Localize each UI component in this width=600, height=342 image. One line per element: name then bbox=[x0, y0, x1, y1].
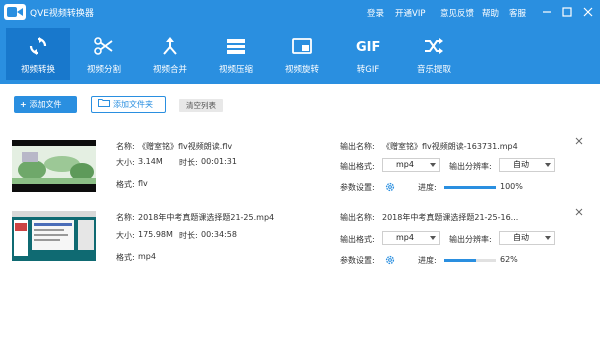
maximize-icon[interactable] bbox=[560, 5, 574, 19]
file-format-label: 格式: bbox=[116, 253, 135, 262]
file-duration-label: 时长: bbox=[179, 231, 198, 240]
output-format-select[interactable]: mp4 bbox=[382, 158, 440, 172]
main-toolbar: 视频转换 视频分割 视频合并 视频压缩 视频旋转 GIF 转GIF 音乐提取 bbox=[6, 28, 466, 80]
file-size: 3.14M bbox=[138, 157, 163, 166]
tab-label: 视频合并 bbox=[152, 65, 187, 75]
output-name-label: 输出名称: bbox=[340, 142, 375, 151]
chevron-down-icon bbox=[545, 163, 551, 167]
params-label: 参数设置: bbox=[340, 256, 375, 265]
compress-icon bbox=[226, 36, 246, 56]
tab-video-split[interactable]: 视频分割 bbox=[72, 28, 136, 80]
gear-icon[interactable] bbox=[385, 182, 395, 192]
add-file-button[interactable]: + 添加文件 bbox=[14, 96, 77, 113]
tab-video-compress[interactable]: 视频压缩 bbox=[204, 28, 268, 80]
tab-label: 视频转换 bbox=[20, 65, 55, 75]
output-name-label: 输出名称: bbox=[340, 213, 375, 222]
output-resolution-label: 输出分辨率: bbox=[449, 162, 492, 171]
progress-bar bbox=[444, 259, 496, 262]
service-link[interactable]: 客服 bbox=[509, 7, 526, 19]
gear-icon[interactable] bbox=[385, 255, 395, 265]
progress-label: 进度: bbox=[418, 183, 437, 192]
output-name: 2018年中考真题课选择题21-25-16... bbox=[382, 213, 519, 222]
clear-list-button[interactable]: 清空列表 bbox=[179, 99, 223, 112]
app-title: QVE视频转换器 bbox=[30, 9, 94, 19]
output-format-value: mp4 bbox=[396, 160, 414, 169]
params-label: 参数设置: bbox=[340, 183, 375, 192]
file-name-label: 名称: bbox=[116, 142, 135, 151]
output-format-label: 输出格式: bbox=[340, 235, 375, 244]
add-folder-label: 添加文件夹 bbox=[113, 100, 153, 109]
tab-video-merge[interactable]: 视频合并 bbox=[138, 28, 202, 80]
output-name: 《赠室铭》flv视频朗读-163731.mp4 bbox=[382, 142, 518, 151]
chevron-down-icon bbox=[430, 163, 436, 167]
add-file-label: 添加文件 bbox=[29, 100, 62, 109]
file-name-label: 名称: bbox=[116, 213, 135, 222]
output-resolution-value: 自动 bbox=[513, 160, 529, 169]
tab-video-rotate[interactable]: 视频旋转 bbox=[270, 28, 334, 80]
output-resolution-label: 输出分辨率: bbox=[449, 235, 492, 244]
file-format: flv bbox=[138, 179, 148, 188]
file-row: 名称: 2018年中考真题课选择题21-25.mp4 大小: 175.98M 时… bbox=[0, 203, 600, 287]
tab-label: 视频旋转 bbox=[284, 65, 319, 75]
output-resolution-value: 自动 bbox=[513, 233, 529, 242]
progress-fill bbox=[444, 186, 496, 189]
output-format-select[interactable]: mp4 bbox=[382, 231, 440, 245]
video-thumbnail bbox=[12, 140, 96, 192]
close-window-icon[interactable] bbox=[581, 5, 595, 19]
file-format-label: 格式: bbox=[116, 180, 135, 189]
file-name: 2018年中考真题课选择题21-25.mp4 bbox=[138, 213, 275, 222]
plus-icon: + bbox=[20, 100, 30, 109]
output-resolution-select[interactable]: 自动 bbox=[499, 158, 555, 172]
help-link[interactable]: 帮助 bbox=[482, 7, 499, 19]
progress-text: 62% bbox=[500, 255, 518, 264]
tab-label: 转GIF bbox=[356, 65, 380, 75]
file-format: mp4 bbox=[138, 252, 156, 261]
tab-to-gif[interactable]: GIF 转GIF bbox=[336, 28, 400, 80]
app-logo-icon bbox=[4, 4, 26, 20]
folder-icon bbox=[98, 97, 110, 112]
remove-file-icon[interactable] bbox=[575, 137, 583, 145]
app-header: QVE视频转换器 登录 开通VIP 意见反馈 帮助 客服 视频转换 视频分割 视… bbox=[0, 0, 600, 84]
title-bar: QVE视频转换器 登录 开通VIP 意见反馈 帮助 客服 bbox=[0, 0, 600, 24]
svg-text:GIF: GIF bbox=[356, 40, 380, 55]
merge-icon bbox=[160, 36, 180, 56]
rotate-icon bbox=[292, 36, 312, 56]
vip-link[interactable]: 开通VIP bbox=[395, 7, 425, 19]
tab-label: 视频压缩 bbox=[218, 65, 253, 75]
tab-video-convert[interactable]: 视频转换 bbox=[6, 28, 70, 80]
file-duration-label: 时长: bbox=[179, 158, 198, 167]
video-thumbnail bbox=[12, 211, 96, 263]
login-link[interactable]: 登录 bbox=[367, 7, 384, 19]
tab-label: 视频分割 bbox=[86, 65, 121, 75]
file-size-label: 大小: bbox=[116, 158, 135, 167]
output-resolution-select[interactable]: 自动 bbox=[499, 231, 555, 245]
tab-label: 音乐提取 bbox=[416, 65, 451, 75]
file-size-label: 大小: bbox=[116, 231, 135, 240]
add-folder-button[interactable]: 添加文件夹 bbox=[91, 96, 166, 113]
file-duration: 00:34:58 bbox=[201, 230, 237, 239]
file-size: 175.98M bbox=[138, 230, 173, 239]
minimize-icon[interactable] bbox=[540, 5, 554, 19]
output-format-value: mp4 bbox=[396, 233, 414, 242]
feedback-link[interactable]: 意见反馈 bbox=[440, 7, 474, 19]
output-format-label: 输出格式: bbox=[340, 162, 375, 171]
gif-icon: GIF bbox=[356, 36, 380, 56]
chevron-down-icon bbox=[545, 236, 551, 240]
file-name: 《赠室铭》flv视频朗读.flv bbox=[138, 142, 233, 151]
file-duration: 00:01:31 bbox=[201, 157, 237, 166]
progress-label: 进度: bbox=[418, 256, 437, 265]
shuffle-icon bbox=[424, 36, 444, 56]
scissors-icon bbox=[94, 36, 114, 56]
progress-fill bbox=[444, 259, 477, 262]
convert-icon bbox=[28, 36, 48, 56]
chevron-down-icon bbox=[430, 236, 436, 240]
progress-bar bbox=[444, 186, 496, 189]
remove-file-icon[interactable] bbox=[575, 208, 583, 216]
progress-text: 100% bbox=[500, 182, 523, 191]
tab-music-extract[interactable]: 音乐提取 bbox=[402, 28, 466, 80]
